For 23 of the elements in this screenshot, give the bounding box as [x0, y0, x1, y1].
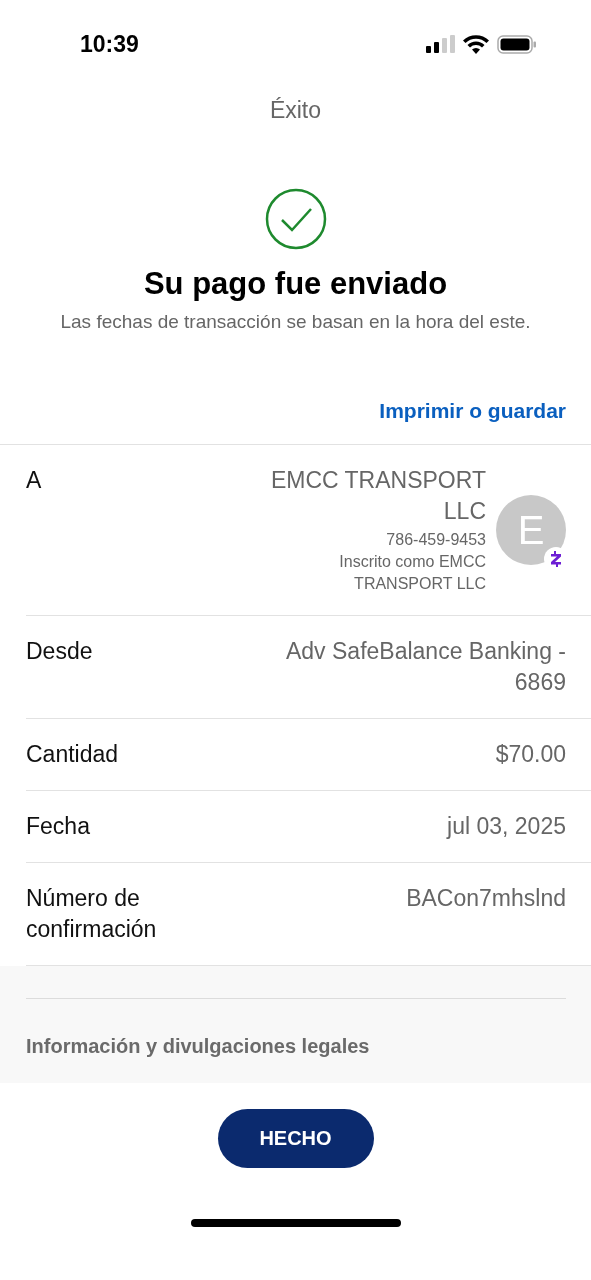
success-check-icon [264, 188, 327, 250]
signal-icon [426, 35, 455, 53]
row-value: Adv SafeBalance Banking - 6869 [285, 637, 566, 697]
row-value: BACon7mhslnd [406, 884, 566, 913]
enrollment-note: Inscrito como EMCC TRANSPORT LLC [338, 552, 486, 594]
row-value: jul 03, 2025 [447, 812, 566, 841]
row-label: Desde [26, 637, 93, 666]
row-value: $70.00 [495, 740, 566, 769]
row-label: Número de confirmación [26, 884, 158, 944]
print-save-link[interactable]: Imprimir o guardar [379, 397, 566, 425]
confirmation-heading: Su pago fue enviado [142, 265, 449, 303]
wifi-icon [463, 34, 489, 54]
legal-info-link[interactable]: Información y divulgaciones legales [26, 1035, 370, 1057]
timezone-note: Las fechas de transacción se basan en la hora del este. [59, 310, 532, 334]
screen-title: Éxito [268, 96, 323, 124]
recipient-name: EMCC TRANSPORT LLC [269, 466, 486, 526]
battery-icon [497, 34, 537, 54]
status-time: 10:39 [80, 30, 139, 58]
done-button[interactable]: HECHO [217, 1109, 374, 1168]
row-label: Fecha [26, 812, 90, 841]
row-label: Cantidad [26, 740, 119, 769]
row-label: A [26, 466, 42, 495]
recipient-phone: 786-459-9453 [386, 530, 486, 550]
